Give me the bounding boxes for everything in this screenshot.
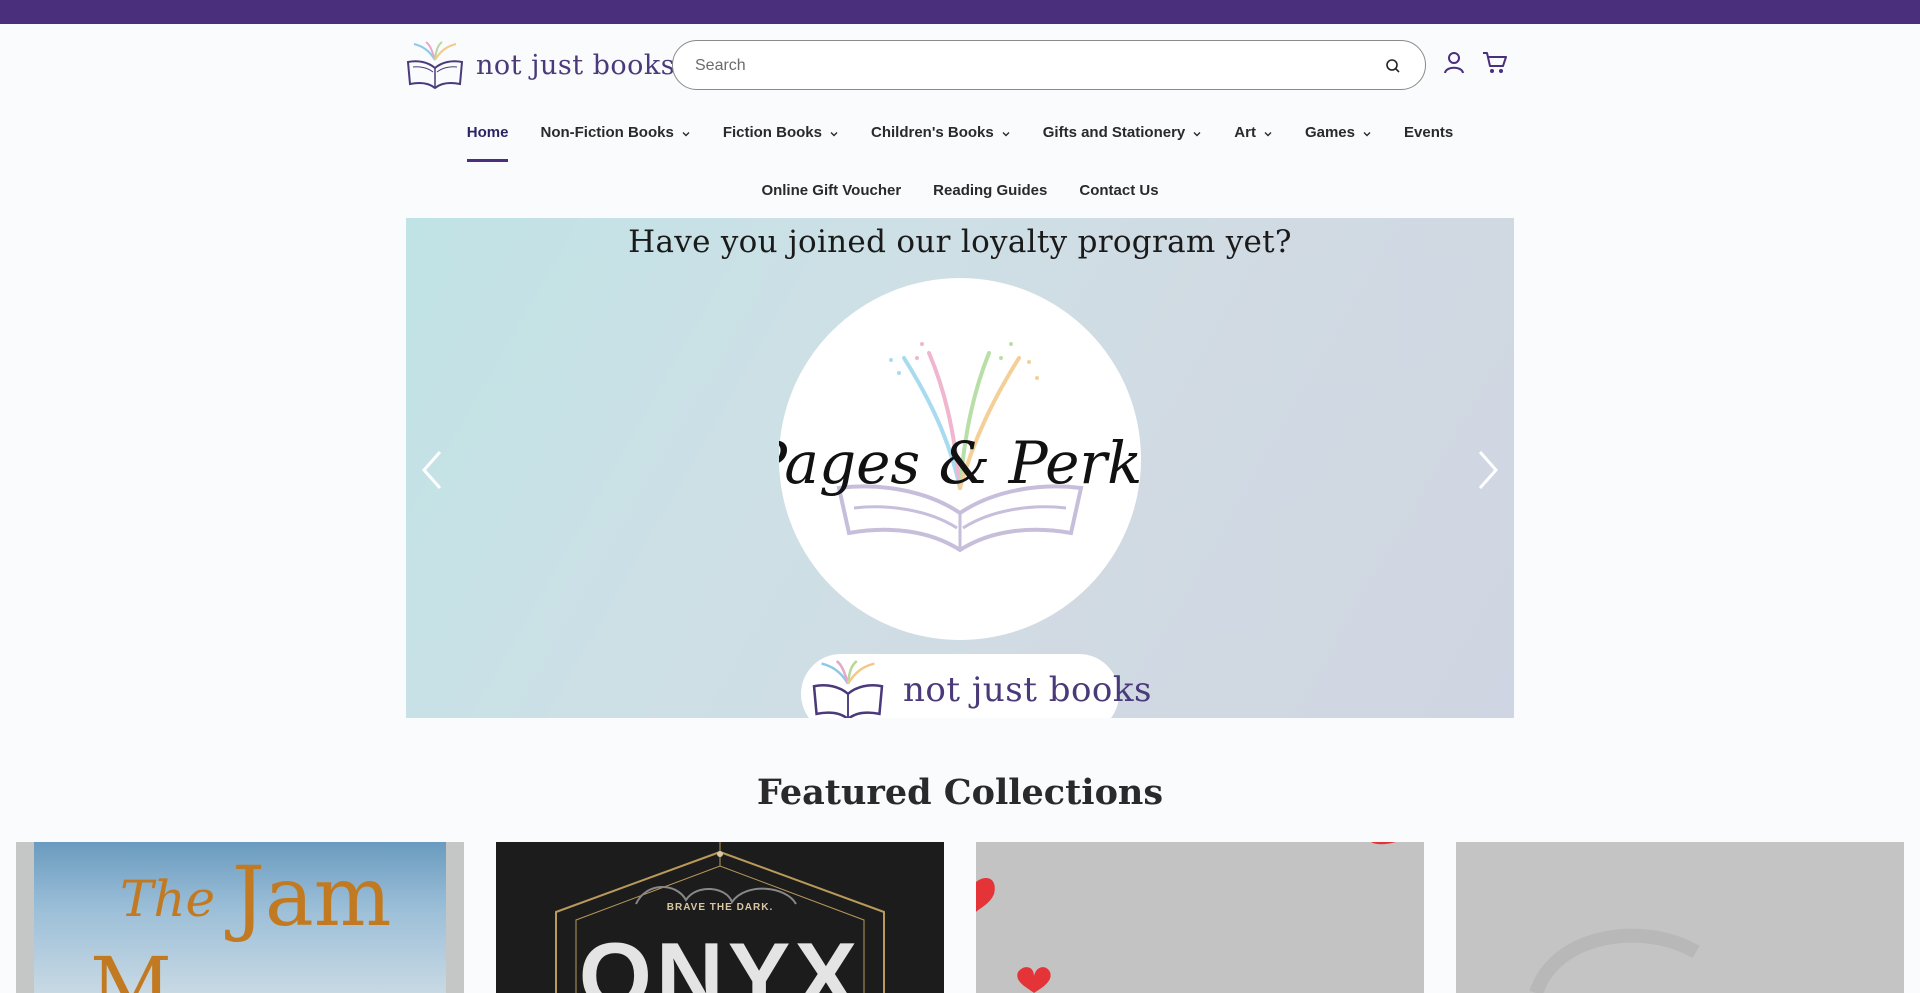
open-book-logo-icon xyxy=(406,41,464,90)
slide-title: Have you joined our loyalty program yet? xyxy=(628,224,1292,260)
nav-item-events[interactable]: Events xyxy=(1388,118,1469,164)
chevron-down-icon xyxy=(830,132,838,137)
chevron-down-icon xyxy=(1363,132,1371,137)
nav-item-non-fiction[interactable]: Non-Fiction Books xyxy=(524,118,706,164)
collection-image: The Jam M xyxy=(34,842,446,993)
cover-text: M xyxy=(90,940,172,993)
nav-item-art[interactable]: Art xyxy=(1218,118,1289,164)
search-bar xyxy=(672,40,1426,90)
cover-text: ONYX xyxy=(578,923,862,993)
loyalty-badge: Pages & Perks xyxy=(779,278,1141,640)
chevron-left-icon[interactable] xyxy=(416,448,446,492)
nav-item-fiction[interactable]: Fiction Books xyxy=(707,118,855,164)
primary-nav: Home Non-Fiction Books Fiction Books Chi… xyxy=(0,118,1920,164)
collection-card[interactable]: BRAVE THE DARK. ONYX xyxy=(496,842,944,993)
search-input[interactable] xyxy=(695,53,1355,79)
collection-image xyxy=(976,842,1396,993)
nav-item-gift-voucher[interactable]: Online Gift Voucher xyxy=(745,176,917,206)
site-header: not just books xyxy=(0,24,1920,98)
nav-item-games[interactable]: Games xyxy=(1289,118,1388,164)
pages-and-perks-logo: Pages & Perks xyxy=(779,342,1141,553)
announcement-bar xyxy=(0,0,1920,24)
collection-card[interactable] xyxy=(976,842,1424,993)
svg-text:Pages & Perks: Pages & Perks xyxy=(779,429,1141,497)
hero-slideshow[interactable]: Have you joined our loyalty program yet?… xyxy=(406,218,1514,718)
nav-item-childrens[interactable]: Children's Books xyxy=(855,118,1027,164)
cart-button[interactable] xyxy=(1480,48,1510,78)
chevron-down-icon xyxy=(682,132,690,137)
brand-pill: not just books xyxy=(801,654,1151,718)
cart-icon xyxy=(1483,52,1507,73)
account-button[interactable] xyxy=(1440,48,1468,78)
user-icon xyxy=(1444,52,1464,74)
nav-item-reading-guides[interactable]: Reading Guides xyxy=(917,176,1063,206)
nav-item-gifts[interactable]: Gifts and Stationery xyxy=(1027,118,1219,164)
collection-image xyxy=(1529,928,1700,993)
collection-card[interactable] xyxy=(1456,842,1904,993)
collection-card[interactable]: The Jam M xyxy=(16,842,464,993)
logo-text: not just books xyxy=(476,49,676,81)
nav-item-home[interactable]: Home xyxy=(451,118,525,164)
brand-pill-text: not just books xyxy=(903,670,1152,710)
cover-text: Jam xyxy=(232,850,392,945)
chevron-down-icon xyxy=(1193,132,1201,137)
cover-text: The xyxy=(120,870,216,928)
chevron-right-icon[interactable] xyxy=(1474,448,1504,492)
secondary-nav: Online Gift Voucher Reading Guides Conta… xyxy=(0,176,1920,206)
chevron-down-icon xyxy=(1002,132,1010,137)
cover-text: BRAVE THE DARK. xyxy=(666,902,774,913)
nav-item-contact[interactable]: Contact Us xyxy=(1063,176,1174,206)
search-button[interactable] xyxy=(1381,54,1405,78)
search-icon xyxy=(1386,59,1400,73)
chevron-down-icon xyxy=(1264,132,1272,137)
open-book-logo-icon xyxy=(812,660,884,718)
featured-collections-heading: Featured Collections xyxy=(756,772,1164,813)
site-logo[interactable]: not just books xyxy=(404,40,675,90)
